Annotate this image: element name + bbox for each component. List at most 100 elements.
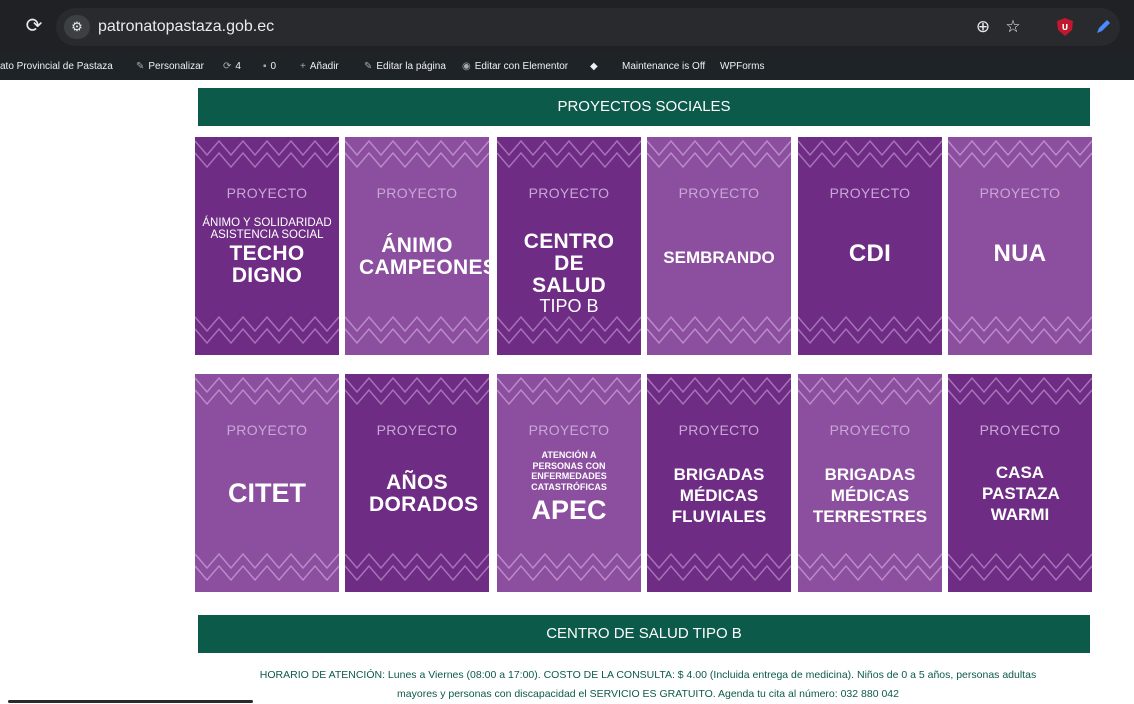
- card-title: CENTRO DE SALUD: [523, 230, 615, 297]
- maintenance-diamond-icon[interactable]: ◆: [590, 54, 598, 80]
- zigzag-bottom-icon: [345, 315, 489, 345]
- card-label: PROYECTO: [678, 422, 760, 438]
- zigzag-bottom-icon: [647, 552, 791, 582]
- zigzag-top-icon: [647, 139, 791, 169]
- project-card-citet[interactable]: PROYECTO CITET: [195, 374, 339, 592]
- zoom-icon[interactable]: ⊕: [970, 14, 996, 40]
- browser-toolbar: ⟳ ⚙ patronatopastaza.gob.ec ⊕ ☆ U: [0, 0, 1134, 54]
- zigzag-bottom-icon: [497, 552, 641, 582]
- health-center-info: HORARIO DE ATENCIÓN: Lunes a Viernes (08…: [198, 666, 1098, 704]
- admin-maintenance[interactable]: Maintenance is Off: [622, 54, 705, 80]
- card-body: BRIGADAS MÉDICAS FLUVIALES: [647, 464, 791, 527]
- admin-site-name[interactable]: ato Provincial de Pastaza: [0, 54, 113, 80]
- card-title: BRIGADAS MÉDICAS FLUVIALES: [671, 465, 767, 526]
- card-title: CDI: [848, 240, 892, 267]
- project-card-apec[interactable]: PROYECTO ATENCIÓN A PERSONAS CON ENFERME…: [497, 374, 641, 592]
- zigzag-bottom-icon: [798, 552, 942, 582]
- card-body: SEMBRANDO: [647, 247, 791, 268]
- section-header-proyectos-sociales: PROYECTOS SOCIALES: [198, 88, 1090, 126]
- wp-admin-bar: ato Provincial de Pastaza ✎ Personalizar …: [0, 54, 1134, 80]
- elementor-icon: ◉: [462, 61, 471, 72]
- card-subtitle: ATENCIÓN A PERSONAS CON ENFERMEDADES CAT…: [531, 450, 607, 492]
- card-label: PROYECTO: [376, 422, 458, 438]
- project-card-centro-de-salud[interactable]: PROYECTO CENTRO DE SALUD TIPO B: [497, 137, 641, 355]
- card-subtitle: TIPO B: [539, 296, 599, 316]
- admin-add-new[interactable]: + Añadir: [300, 54, 339, 80]
- project-card-anos-dorados[interactable]: PROYECTO AÑOS DORADOS: [345, 374, 489, 592]
- card-body: AÑOS DORADOS: [345, 472, 489, 516]
- zigzag-bottom-icon: [195, 552, 339, 582]
- zigzag-bottom-icon: [195, 315, 339, 345]
- reload-icon[interactable]: ⟳: [22, 14, 46, 38]
- card-title: APEC: [531, 495, 607, 525]
- card-label: PROYECTO: [678, 185, 760, 201]
- pencil-icon: ✎: [364, 61, 373, 72]
- project-card-techo-digno[interactable]: PROYECTO ÁNIMO Y SOLIDARIDAD ASISTENCIA …: [195, 137, 339, 355]
- card-subtitle: ÁNIMO Y SOLIDARIDAD ASISTENCIA SOCIAL: [202, 217, 332, 241]
- brush-icon: ✎: [136, 61, 145, 72]
- card-body: ÁNIMO Y SOLIDARIDAD ASISTENCIA SOCIAL TE…: [195, 217, 339, 287]
- admin-wpforms[interactable]: WPForms: [720, 54, 764, 80]
- card-title: CITET: [228, 478, 306, 508]
- zigzag-top-icon: [948, 139, 1092, 169]
- admin-updates[interactable]: ⟳ 4: [223, 54, 241, 80]
- plus-icon: +: [300, 61, 306, 72]
- info-line-1: HORARIO DE ATENCIÓN: Lunes a Viernes (08…: [259, 669, 1037, 681]
- card-title: AÑOS DORADOS: [369, 471, 479, 516]
- card-label: PROYECTO: [829, 422, 911, 438]
- horizontal-scrollbar[interactable]: [8, 700, 253, 703]
- zigzag-top-icon: [948, 376, 1092, 406]
- zigzag-top-icon: [345, 376, 489, 406]
- extension-pen-icon[interactable]: [1090, 14, 1116, 40]
- zigzag-bottom-icon: [647, 315, 791, 345]
- zigzag-top-icon: [195, 376, 339, 406]
- project-card-brigadas-fluviales[interactable]: PROYECTO BRIGADAS MÉDICAS FLUVIALES: [647, 374, 791, 592]
- project-card-nua[interactable]: PROYECTO NUA: [948, 137, 1092, 355]
- ublock-extension-icon[interactable]: U: [1052, 14, 1078, 40]
- card-body: ATENCIÓN A PERSONAS CON ENFERMEDADES CAT…: [497, 450, 641, 525]
- card-body: NUA: [948, 240, 1092, 267]
- admin-edit-elementor[interactable]: ◉ Editar con Elementor: [462, 54, 568, 80]
- zigzag-top-icon: [497, 139, 641, 169]
- card-body: ÁNIMO CAMPEONES: [345, 235, 489, 279]
- project-card-animo-campeones[interactable]: PROYECTO ÁNIMO CAMPEONES: [345, 137, 489, 355]
- zigzag-bottom-icon: [798, 315, 942, 345]
- svg-text:U: U: [1062, 23, 1069, 32]
- admin-customize[interactable]: ✎ Personalizar: [136, 54, 204, 80]
- admin-edit-page[interactable]: ✎ Editar la página: [364, 54, 446, 80]
- card-title: NUA: [993, 240, 1047, 267]
- zigzag-top-icon: [497, 376, 641, 406]
- updates-icon: ⟳: [223, 61, 232, 72]
- zigzag-bottom-icon: [345, 552, 489, 582]
- section-header-centro-de-salud: CENTRO DE SALUD TIPO B: [198, 615, 1090, 653]
- site-info-icon[interactable]: ⚙: [64, 15, 90, 39]
- project-card-sembrando[interactable]: PROYECTO SEMBRANDO: [647, 137, 791, 355]
- card-label: PROYECTO: [979, 185, 1061, 201]
- admin-comments[interactable]: ▪ 0: [263, 54, 276, 80]
- card-body: CITET: [195, 478, 339, 508]
- zigzag-bottom-icon: [497, 315, 641, 345]
- card-body: BRIGADAS MÉDICAS TERRESTRES: [798, 464, 942, 527]
- card-label: PROYECTO: [829, 185, 911, 201]
- info-line-2: mayores y personas con discapacidad el S…: [397, 688, 899, 700]
- card-title: TECHO DIGNO: [229, 242, 305, 287]
- card-label: PROYECTO: [376, 185, 458, 201]
- card-title: SEMBRANDO: [663, 248, 775, 267]
- url-text[interactable]: patronatopastaza.gob.ec: [98, 15, 274, 39]
- card-label: PROYECTO: [226, 422, 308, 438]
- zigzag-bottom-icon: [948, 315, 1092, 345]
- card-title: ÁNIMO CAMPEONES: [359, 234, 489, 279]
- card-body: CDI: [798, 240, 942, 267]
- card-title: CASA PASTAZA WARMI: [982, 463, 1060, 524]
- comment-icon: ▪: [263, 61, 267, 72]
- zigzag-top-icon: [647, 376, 791, 406]
- bookmark-star-icon[interactable]: ☆: [1000, 14, 1026, 40]
- card-body: CENTRO DE SALUD TIPO B: [497, 230, 641, 316]
- project-card-casa-pastaza-warmi[interactable]: PROYECTO CASA PASTAZA WARMI: [948, 374, 1092, 592]
- card-label: PROYECTO: [528, 422, 610, 438]
- project-card-brigadas-terrestres[interactable]: PROYECTO BRIGADAS MÉDICAS TERRESTRES: [798, 374, 942, 592]
- card-body: CASA PASTAZA WARMI: [948, 462, 1092, 525]
- card-label: PROYECTO: [528, 185, 610, 201]
- project-card-cdi[interactable]: PROYECTO CDI: [798, 137, 942, 355]
- zigzag-top-icon: [345, 139, 489, 169]
